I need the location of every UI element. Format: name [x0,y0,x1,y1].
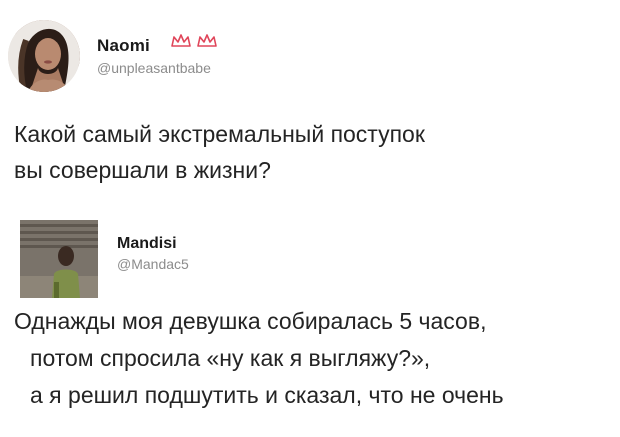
display-name[interactable]: Naomi [97,36,150,56]
display-name[interactable]: Mandisi [117,235,177,253]
tweet-text-line: а я решил подшутить и сказал, что не оче… [30,382,504,408]
tweet-text: Какой самый экстремальный поступок вы со… [14,116,604,188]
tweet-text: Однажды моя девушка собиралась 5 часов, … [14,303,614,414]
avatar-photo-image [20,220,98,298]
avatar-mandisi[interactable] [20,220,98,298]
avatar-naomi[interactable] [8,20,80,92]
tweet-text-line: Однажды моя девушка собиралась 5 часов, [14,308,487,334]
tweet-reply: Mandisi @Mandac5 Однажды моя девушка соб… [0,205,620,437]
tweet-text-line: вы совершали в жизни? [14,157,271,183]
tweet-question: Naomi @unpleasantbabe Какой самый экстре… [0,0,620,200]
crown-icon [171,34,217,47]
avatar-portrait-image [8,20,80,92]
tweet-text-line: потом спросила «ну как я выгляжу?», [30,345,431,371]
user-handle[interactable]: @unpleasantbabe [97,60,211,76]
screenshot-page: Naomi @unpleasantbabe Какой самый экстре… [0,0,620,437]
tweet-text-line: Какой самый экстремальный поступок [14,121,425,147]
user-handle[interactable]: @Mandac5 [117,256,189,272]
